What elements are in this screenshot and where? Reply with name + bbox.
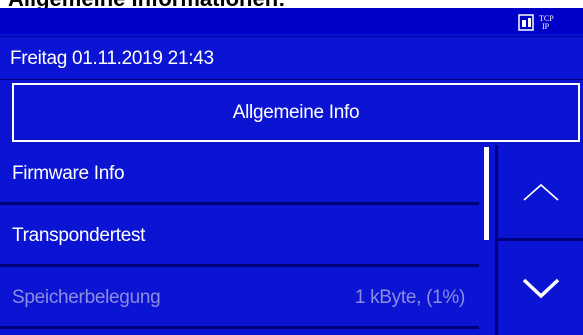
- menu-list: Firmware Info Transpondertest Speicherbe…: [0, 145, 495, 335]
- menu-item-label: Firmware Info: [12, 163, 125, 184]
- datetime-display: Freitag 01.11.2019 21:43: [10, 48, 214, 69]
- screen-title: Allgemeine Info: [232, 101, 360, 123]
- menu-item-speicherbelegung[interactable]: Speicherbelegung 1 kByte, (1%): [0, 269, 479, 329]
- device-screen: TCP IP Freitag 01.11.2019 21:43 Allgemei…: [0, 8, 583, 335]
- scrollbar[interactable]: [479, 145, 495, 335]
- chevron-up-icon: [522, 183, 559, 201]
- menu-item-value: 1 kByte, (1%): [354, 287, 465, 308]
- datetime-bar: Freitag 01.11.2019 21:43: [0, 36, 583, 80]
- scroll-down-button[interactable]: [498, 241, 583, 335]
- menu-item-firmware-info[interactable]: Firmware Info: [0, 145, 479, 205]
- menu-item-label: Speicherbelegung: [12, 287, 161, 308]
- status-bar: TCP IP: [0, 8, 583, 34]
- menu-item-transpondertest[interactable]: Transpondertest: [0, 207, 479, 267]
- scrollbar-thumb[interactable]: [484, 147, 489, 240]
- chevron-down-icon: [522, 278, 559, 299]
- screen-title-box: Allgemeine Info: [12, 83, 580, 142]
- tcp-ip-network-icon: TCP IP: [518, 14, 554, 31]
- menu-item-label: Transpondertest: [12, 225, 146, 246]
- scroll-up-button[interactable]: [498, 145, 583, 241]
- ip-label: IP: [542, 22, 550, 31]
